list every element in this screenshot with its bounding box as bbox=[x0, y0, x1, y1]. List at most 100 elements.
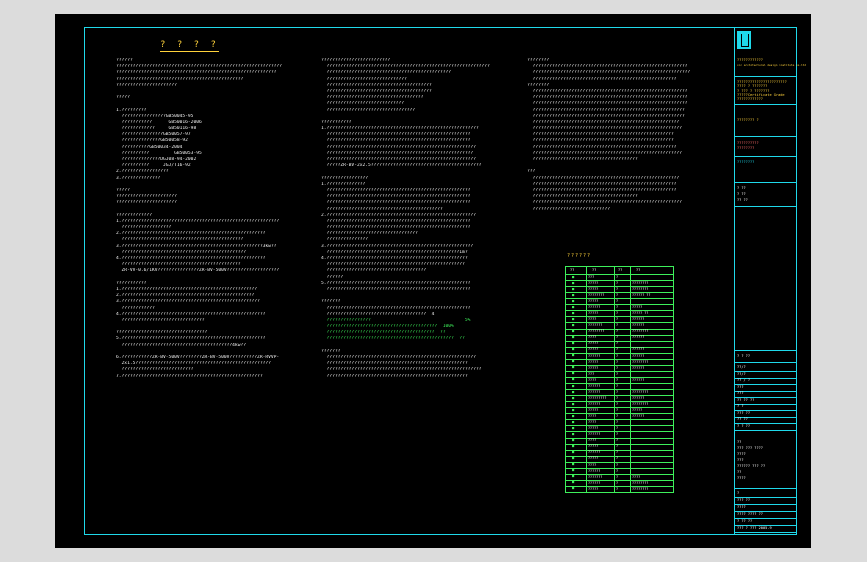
legend-cell: ? bbox=[616, 280, 619, 285]
legend-symbol-icon: ■ bbox=[572, 341, 575, 346]
title-block-text: ???? bbox=[737, 476, 746, 480]
legend-symbol-icon: ■ bbox=[572, 419, 575, 424]
legend-cell: ????? bbox=[588, 365, 599, 370]
legend-cell: ? bbox=[616, 456, 619, 461]
legend-cell: ??????? bbox=[588, 474, 603, 479]
legend-cell: ? bbox=[616, 426, 619, 431]
title-block-text: ???????????? bbox=[737, 58, 763, 62]
note-line: ????????????????????????????????????????… bbox=[527, 138, 674, 144]
legend-column-divider bbox=[630, 267, 631, 492]
title-block-text: ??? bbox=[737, 391, 744, 395]
legend-cell: ????? bbox=[588, 311, 599, 316]
note-line: ????????????????????????????????????????… bbox=[321, 200, 471, 206]
title-block-divider bbox=[735, 206, 796, 207]
title-block-divider bbox=[735, 488, 796, 489]
legend-cell: ? bbox=[616, 341, 619, 346]
title-block-divider bbox=[735, 390, 796, 392]
legend-cell: ???????? bbox=[632, 286, 649, 291]
legend-symbol-icon: ■ bbox=[572, 444, 575, 449]
design-notes-title: ? ? ? ? bbox=[160, 40, 219, 52]
legend-cell: ? bbox=[616, 311, 619, 316]
legend-cell: ?????? ?? bbox=[632, 292, 651, 297]
legend-cell: ????? bbox=[588, 408, 599, 413]
note-line: ????????????????????????????????????????… bbox=[116, 70, 277, 76]
legend-cell: ???? bbox=[588, 462, 597, 467]
legend-cell: ? bbox=[616, 444, 619, 449]
legend-symbol-icon: ■ bbox=[572, 401, 575, 406]
title-block-text: ? ? ?? bbox=[737, 354, 750, 358]
title-block-text: ?? ?? bbox=[737, 198, 748, 202]
legend-cell: ? bbox=[616, 486, 619, 491]
note-line: 2.??????????????????????????????????????… bbox=[321, 212, 476, 218]
legend-cell: ?????? bbox=[588, 353, 601, 358]
note-line: ZR-VV-0.6/1KV???????????????ZR-BV-500V??… bbox=[116, 268, 280, 274]
legend-cell: ? bbox=[616, 377, 619, 382]
legend-cell: ?????? bbox=[632, 347, 645, 352]
note-line: 4.??????????????????????????????????????… bbox=[116, 311, 266, 317]
title-block-divider bbox=[735, 384, 796, 385]
legend-symbol-icon: ■ bbox=[572, 389, 575, 394]
legend-cell: ? bbox=[616, 323, 619, 328]
title-block-text: ??/? bbox=[737, 371, 746, 376]
note-line: ????????????????????????????????????????… bbox=[527, 107, 685, 113]
legend-header: ?? bbox=[592, 268, 597, 272]
legend-table: ???????? ■???? ■?????????????? ■???????????… bbox=[565, 266, 674, 493]
legend-cell: ???? bbox=[588, 377, 597, 382]
legend-cell: ??????? bbox=[588, 323, 603, 328]
legend-symbol-icon: ■ bbox=[572, 274, 575, 279]
legend-cell: ? bbox=[616, 480, 619, 485]
company-logo-icon bbox=[737, 31, 751, 49]
legend-symbol-icon: ■ bbox=[572, 347, 575, 352]
title-block-text: ?? / ? bbox=[737, 378, 750, 382]
notes-column-left: ????????????????????????????????????????… bbox=[116, 58, 282, 380]
note-line: ????????????????????????????????????????… bbox=[321, 336, 465, 342]
legend-cell: ???????? bbox=[632, 486, 649, 491]
title-block-text: ?? ?? ?? bbox=[737, 397, 755, 402]
legend-cell: ?????? bbox=[588, 389, 601, 394]
legend-symbol-icon: ■ bbox=[572, 353, 575, 358]
legend-symbol-icon: ■ bbox=[572, 322, 575, 327]
legend-cell: ???? bbox=[588, 420, 597, 425]
legend-cell: ???? bbox=[588, 317, 597, 322]
legend-cell: ?????? bbox=[588, 401, 601, 406]
legend-column-divider bbox=[614, 267, 615, 492]
legend-symbol-icon: ■ bbox=[572, 450, 575, 455]
legend-table-title: ?????? bbox=[567, 253, 592, 259]
legend-cell: ???? bbox=[632, 474, 641, 479]
title-block-text: ? ? bbox=[737, 404, 744, 408]
legend-cell: ?????? bbox=[632, 353, 645, 358]
legend-cell: ????? bbox=[588, 299, 599, 304]
title-block-divider bbox=[735, 362, 796, 363]
title-block-text: ??? ?? bbox=[737, 498, 750, 502]
legend-symbol-icon: ■ bbox=[572, 359, 575, 364]
legend-cell: ????? bbox=[632, 408, 643, 413]
note-line: 3.??????????????????????????????????????… bbox=[116, 243, 277, 249]
legend-cell: ???? bbox=[588, 414, 597, 419]
legend-cell: ???????? bbox=[588, 292, 605, 297]
note-line: ????????????????????????????????????????… bbox=[321, 373, 468, 379]
legend-cell: ????? ?? bbox=[632, 311, 649, 316]
legend-symbol-icon: ■ bbox=[572, 365, 575, 370]
note-line: 3.??????????????????????????????????????… bbox=[116, 299, 260, 305]
note-line: ????????????????????????????????????????… bbox=[321, 286, 471, 292]
title-block-divider bbox=[735, 532, 796, 533]
legend-symbol-icon: ■ bbox=[572, 413, 575, 418]
title-block-text: ???????? bbox=[737, 146, 755, 150]
title-block-divider bbox=[735, 403, 796, 405]
legend-cell: ? bbox=[616, 335, 619, 340]
legend-symbol-icon: ■ bbox=[572, 304, 575, 309]
title-block: ???????????? ccc architectural design ins… bbox=[734, 28, 806, 534]
legend-cell: ? bbox=[616, 414, 619, 419]
legend-cell: ? bbox=[616, 359, 619, 364]
legend-cell: ?????? bbox=[632, 365, 645, 370]
legend-cell: ?????? bbox=[588, 432, 601, 437]
legend-symbol-icon: ■ bbox=[572, 286, 575, 291]
title-block-text: ?? bbox=[737, 440, 742, 444]
title-block-text: ??? bbox=[737, 458, 744, 462]
legend-symbol-icon: ■ bbox=[572, 425, 575, 430]
legend-cell: ? bbox=[616, 450, 619, 455]
note-line: ????????????????????????????????????????… bbox=[321, 138, 471, 144]
title-block-text: ? ? ?? bbox=[737, 423, 750, 428]
title-block-text: ???? ???? ?? bbox=[737, 512, 763, 516]
legend-symbol-icon: ■ bbox=[572, 335, 575, 340]
